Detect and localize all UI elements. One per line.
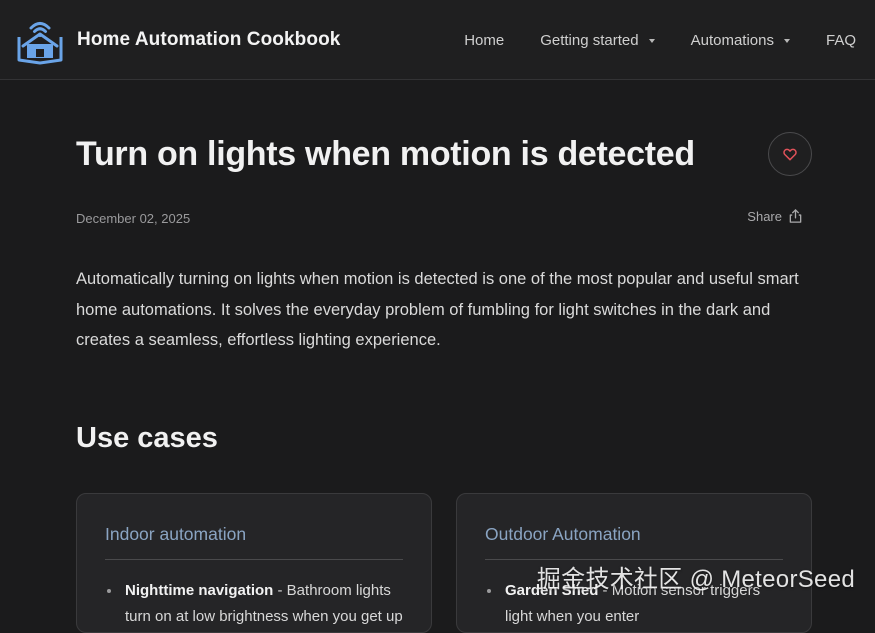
list-item: Garden Shed - Motion sensor triggers lig… xyxy=(485,578,785,630)
brand-link[interactable]: Home Automation Cookbook xyxy=(15,14,340,66)
card-list: Garden Shed - Motion sensor triggers lig… xyxy=(485,578,785,630)
smart-home-wifi-icon xyxy=(17,22,63,65)
caret-down-icon xyxy=(783,38,790,43)
nav-faq[interactable]: FAQ xyxy=(826,32,856,49)
intro-paragraph: Automatically turning on lights when mot… xyxy=(76,270,799,349)
card-title: Indoor automation xyxy=(105,524,247,544)
share-icon xyxy=(789,209,802,223)
favorite-button[interactable] xyxy=(768,132,812,176)
card-divider xyxy=(105,559,403,560)
share-button[interactable]: Share xyxy=(747,208,803,224)
list-item-title: Nighttime navigation xyxy=(125,582,274,599)
post-date: December 02, 2025 xyxy=(76,211,191,226)
nav-home[interactable]: Home xyxy=(464,32,504,49)
card-divider xyxy=(485,559,783,560)
share-label: Share xyxy=(747,208,782,224)
nav-home-label: Home xyxy=(464,31,505,49)
page-title: Turn on lights when motion is detected xyxy=(76,135,695,173)
nav-faq-label: FAQ xyxy=(825,31,856,49)
list-item-title: Garden Shed xyxy=(505,582,599,599)
nav-automations-label: Automations xyxy=(690,31,774,49)
use-cases-heading: Use cases xyxy=(76,422,218,454)
site-title: Home Automation Cookbook xyxy=(77,29,341,50)
list-item: Nighttime navigation - Bathroom lights t… xyxy=(105,578,405,630)
caret-down-icon xyxy=(648,38,655,43)
nav-getting-started-label: Getting started xyxy=(540,31,639,49)
top-navbar: Home Automation Cookbook Home Getting st… xyxy=(0,0,875,80)
card-title: Outdoor Automation xyxy=(485,524,641,544)
main-nav: Home Getting started Automations FAQ xyxy=(428,0,856,80)
card-list: Nighttime navigation - Bathroom lights t… xyxy=(105,578,405,630)
heart-icon xyxy=(783,148,797,161)
use-case-card-indoor: Indoor automation Nighttime navigation -… xyxy=(76,493,432,633)
use-case-card-outdoor: Outdoor Automation Garden Shed - Motion … xyxy=(456,493,812,633)
nav-automations[interactable]: Automations xyxy=(691,32,790,49)
nav-getting-started[interactable]: Getting started xyxy=(540,31,655,49)
